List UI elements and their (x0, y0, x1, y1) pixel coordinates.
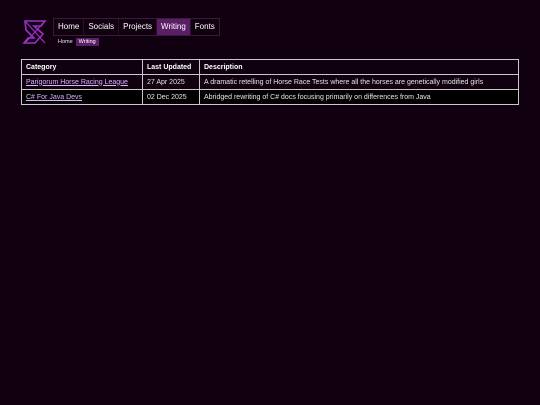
nav-item-writing[interactable]: Writing (157, 19, 191, 35)
table-header-row: Category Last Updated Description (21, 59, 519, 75)
writing-table: Category Last Updated Description Parigo… (21, 59, 519, 105)
site-header: Home Socials Projects Writing Fonts Home… (21, 18, 220, 46)
description-cell: Abridged rewriting of C# docs focusing p… (199, 89, 519, 105)
nav-item-projects[interactable]: Projects (119, 19, 158, 35)
category-cell: C# For Java Devs (21, 89, 143, 105)
last-updated-cell: 27 Apr 2025 (142, 74, 200, 90)
description-cell: A dramatic retelling of Horse Race Tests… (199, 74, 519, 90)
nav-item-home[interactable]: Home (54, 19, 85, 35)
last-updated-cell: 02 Dec 2025 (142, 89, 200, 105)
breadcrumb: Home Writing (55, 38, 220, 46)
logo-icon[interactable] (21, 18, 49, 46)
main-nav: Home Socials Projects Writing Fonts (53, 18, 220, 36)
nav-item-fonts[interactable]: Fonts (191, 19, 219, 35)
breadcrumb-home[interactable]: Home (55, 38, 76, 46)
table-row: C# For Java Devs 02 Dec 2025 Abridged re… (21, 89, 519, 105)
category-cell: Parigorum Horse Racing League (21, 74, 143, 90)
table-row: Parigorum Horse Racing League 27 Apr 202… (21, 74, 519, 90)
category-link[interactable]: Parigorum Horse Racing League (26, 79, 128, 86)
column-header-description: Description (199, 59, 519, 75)
category-link[interactable]: C# For Java Devs (26, 94, 82, 101)
column-header-category: Category (21, 59, 143, 75)
nav-item-socials[interactable]: Socials (84, 19, 120, 35)
column-header-last-updated: Last Updated (142, 59, 200, 75)
breadcrumb-writing[interactable]: Writing (75, 38, 99, 46)
